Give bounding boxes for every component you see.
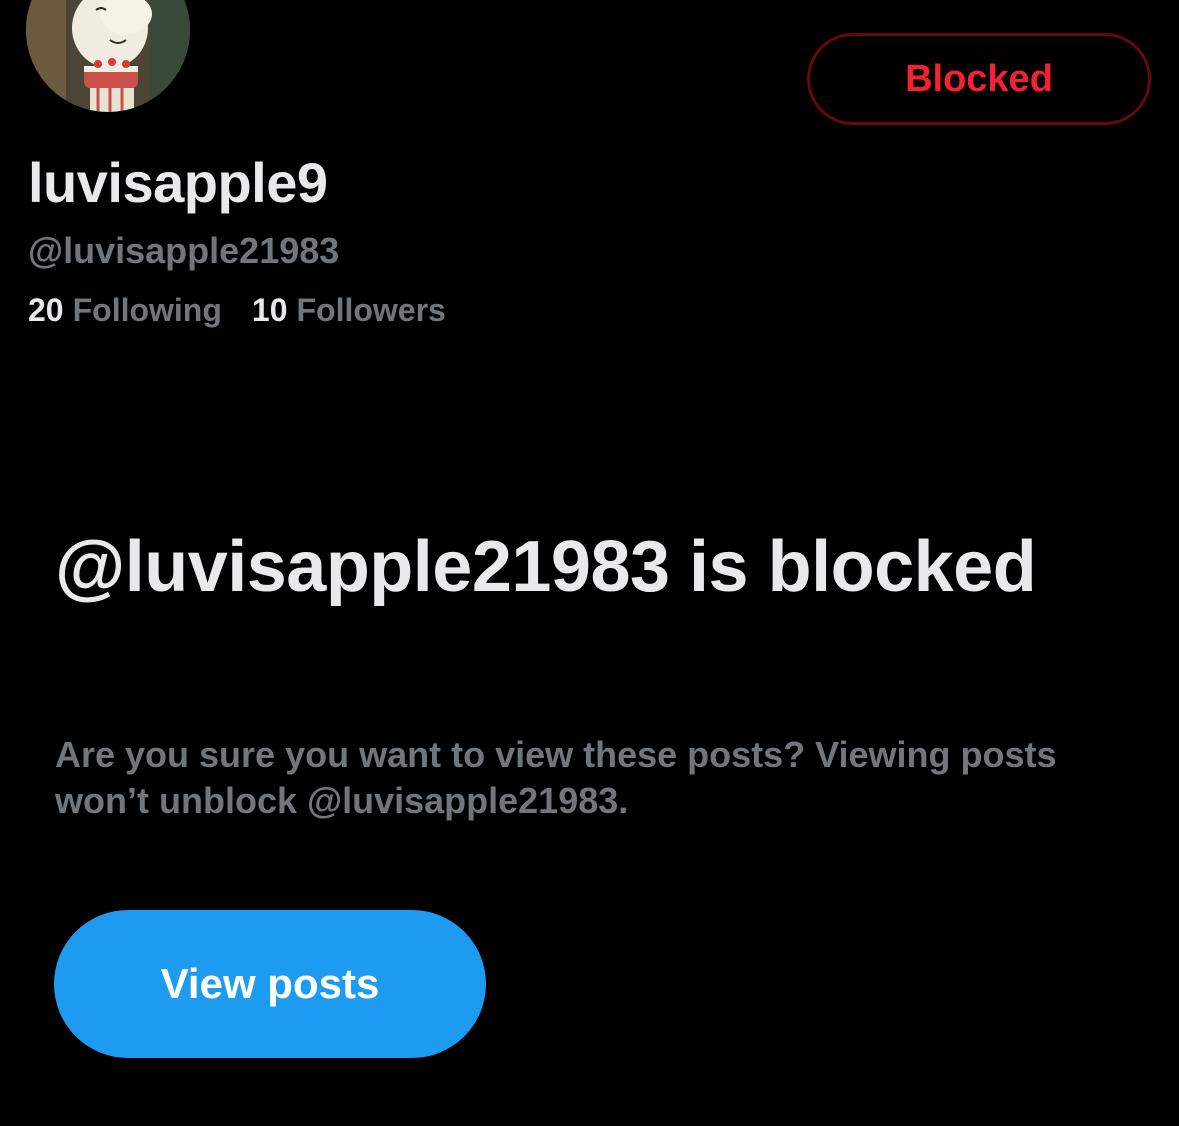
view-posts-button[interactable]: View posts [54,910,486,1058]
profile-stats: 20 Following 10 Followers [28,292,446,329]
following-stat[interactable]: 20 Following [28,292,222,329]
avatar-image [26,0,190,112]
followers-label: Followers [296,292,446,328]
profile-display-name: luvisapple9 [28,151,328,214]
blocked-notice-title: @luvisapple21983 is blocked [55,527,1037,607]
profile-handle: @luvisapple21983 [28,230,340,271]
followers-stat[interactable]: 10 Followers [252,292,446,329]
profile-avatar[interactable] [26,0,190,112]
following-count: 20 [28,292,64,328]
blocked-button[interactable]: Blocked [807,33,1151,125]
followers-count: 10 [251,292,288,328]
blocked-button-label: Blocked [905,57,1053,100]
blocked-notice-description: Are you sure you want to view these post… [55,734,1057,821]
view-posts-button-label: View posts [160,960,380,1007]
following-label: Following [72,292,222,328]
